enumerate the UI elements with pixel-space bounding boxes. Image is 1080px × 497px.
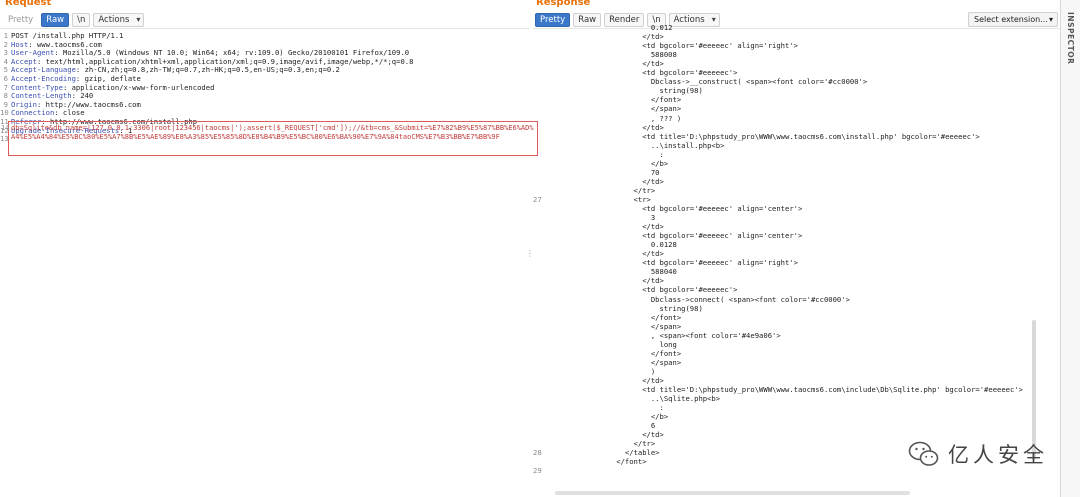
request-body-highlight: 14 db=Sqlite&db_name=|127.0.0.1:3306|roo… [1,121,538,156]
response-line: : [533,149,1060,160]
response-line-text: </span> [547,104,682,114]
response-line-text: Dbclass->connect( <span><font color='#cc… [547,294,850,304]
response-title: Response [536,0,591,8]
response-line-text: string(98) [547,303,703,313]
wechat-icon [908,441,939,466]
response-line-text: ..\install.php<b> [547,140,725,150]
line-number: 28 [533,448,542,458]
response-line-text: <td bgcolor='#eeeeec'> [547,285,738,295]
response-line: , <span><font color='#4e9a06'> [533,330,1060,341]
request-actions-label: Actions [98,15,130,25]
response-horizontal-scrollbar[interactable] [555,491,910,495]
response-line-text: : [547,149,664,159]
response-line: ..\install.php<b> [533,140,1060,151]
response-line-text: </font> [547,457,647,467]
line-number: 13 [0,134,9,144]
response-line-text: </td> [547,122,664,132]
request-actions-menu[interactable]: Actions ▾ [93,13,145,27]
response-line: string(98) [533,303,1060,314]
response-line: </span> [533,105,1060,114]
request-toolbar: Pretty Raw \n Actions ▾ [0,12,530,28]
request-title: Request [5,0,52,8]
response-line: </font> [533,312,1060,323]
request-editor[interactable]: 1 POST /install.php HTTP/1.1 2 Host: www.ta… [0,28,530,497]
line-number: 27 [533,194,542,204]
response-pane: Response Pretty Raw Render \n Actions ▾ S… [533,0,1060,497]
line-number: 14 [1,124,10,132]
response-line: </span> [533,321,1060,332]
response-line-text: <td title='D:\phpstudy_pro\WWW\www.taocm… [547,131,980,141]
response-line-text: , ??? ) [547,113,682,123]
response-line-text: </span> [547,321,682,331]
watermark: 亿人安全 [908,435,1048,473]
chevron-down-icon: ▾ [136,15,141,24]
response-line: Dbclass->connect( <span><font color='#cc… [533,294,1060,305]
inspector-label: INSPECTOR [1066,12,1075,65]
line-number: 29 [533,466,542,476]
request-pretty-button[interactable]: Pretty [3,13,38,27]
response-line-text: , <span><font color='#4e9a06'> [547,330,781,340]
response-line: , ??? ) [533,113,1060,124]
response-line-text: </font> [547,312,682,322]
watermark-text: 亿人安全 [948,443,1048,467]
response-line: <td title='D:\phpstudy_pro\WWW\www.taocm… [533,131,1060,142]
request-raw-button[interactable]: Raw [41,13,70,27]
select-extension-label: Select extension... [974,15,1048,24]
response-line: </td> [533,122,1060,133]
inspector-panel[interactable]: INSPECTOR [1060,0,1080,497]
request-body[interactable]: db=Sqlite&db_name=|127.0.0.1:3306|root|1… [11,124,535,141]
response-editor[interactable]: 0.012 </td> <td bgcolor='#eeeeec' align=… [533,23,1060,497]
response-line: <td bgcolor='#eeeeec'> [533,286,1060,295]
request-newline-toggle[interactable]: \n [72,13,91,27]
request-pane: Request Pretty Raw \n Actions ▾ 1 POST /in… [0,0,530,497]
